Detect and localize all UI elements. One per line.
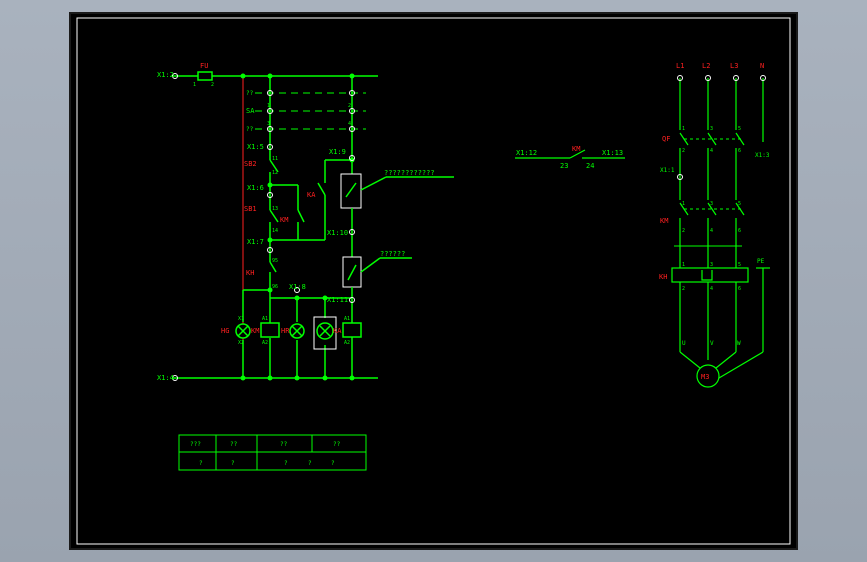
switch-pin1: 1	[267, 103, 270, 109]
hg-lamp-label: HG	[221, 327, 229, 335]
terminal-x1-11-label: X1:11	[327, 296, 348, 304]
terminal-x1-1-label: X1:1	[660, 167, 675, 174]
note-label-1: ????????????	[384, 169, 435, 177]
switch-row3-label: ??	[246, 126, 254, 133]
terminal-x1-8-label: X1:8	[289, 283, 306, 291]
cad-viewport[interactable]: X1:2 X1:4 FU 1 2 ?? SA ?? 2 1 3 4 X1:5 X…	[0, 0, 867, 562]
fuse-symbol	[197, 71, 213, 81]
drawing-sheet: X1:2 X1:4 FU 1 2 ?? SA ?? 2 1 3 4 X1:5 X…	[69, 12, 798, 550]
middle-pin-23: 23	[560, 162, 568, 170]
terminal-x1-4-label: X1:4	[157, 374, 174, 382]
coil-a1: A1	[262, 316, 268, 322]
phase-l3-label: L3	[730, 62, 738, 70]
km-main-label: KM	[660, 217, 668, 225]
motor-label: M3	[701, 373, 709, 381]
switch-pin3: 3	[267, 121, 270, 127]
kh-main-label: KH	[659, 273, 667, 281]
table-header-3: ??	[280, 441, 288, 448]
middle-km-label: KM	[572, 145, 580, 153]
km-pin4: 4	[710, 228, 713, 234]
qf-pin5: 5	[738, 126, 741, 132]
kh-pin4: 4	[710, 286, 713, 292]
middle-left-terminal: X1:12	[516, 149, 537, 157]
kh-contact-label: KH	[246, 269, 254, 277]
phase-l1-label: L1	[676, 62, 684, 70]
pin-12: 12	[272, 170, 278, 176]
pin-11: 11	[272, 156, 278, 162]
table-cell-1: ?	[199, 460, 203, 467]
qf-pin4: 4	[710, 148, 713, 154]
terminal-x1-9-label: X1:9	[329, 148, 346, 156]
kh-pin5: 5	[738, 262, 741, 268]
km-pin2: 2	[682, 228, 685, 234]
qf-pin2: 2	[682, 148, 685, 154]
km-pin5: 5	[738, 201, 741, 207]
qf-pin6: 6	[738, 148, 741, 154]
km-coil-label: KM	[251, 327, 259, 335]
output-v-label: V	[710, 340, 714, 347]
ka-coil-label: KA	[333, 327, 342, 335]
middle-right-terminal: X1:13	[602, 149, 623, 157]
terminal-x1-7-label: X1:7	[247, 238, 264, 246]
terminal-x1-2-label: X1:2	[157, 71, 174, 79]
km-pin3: 3	[710, 201, 713, 207]
terminal-x1-10-label: X1:10	[327, 229, 348, 237]
terminal-x1-3-label: X1:3	[755, 152, 770, 159]
switch-pin2: 2	[348, 103, 351, 109]
table-header-4: ??	[333, 441, 341, 448]
terminal-x1-6-label: X1:6	[247, 184, 264, 192]
pe-label: PE	[757, 258, 765, 265]
qf-label: QF	[662, 135, 670, 143]
qf-pin3: 3	[710, 126, 713, 132]
switch-row1-label: ??	[246, 90, 254, 97]
pin-13: 13	[272, 206, 278, 212]
pin-14: 14	[272, 228, 278, 234]
km-pin6: 6	[738, 228, 741, 234]
phase-l2-label: L2	[702, 62, 710, 70]
sb1-label: SB1	[244, 205, 257, 213]
output-w-label: W	[737, 340, 741, 347]
middle-pin-24: 24	[586, 162, 594, 170]
table-cell-4: ?	[308, 460, 312, 467]
table-cell-5: ?	[331, 460, 335, 467]
km-contact-label: KM	[280, 216, 288, 224]
table-header-2: ??	[230, 441, 238, 448]
kh-pin1: 1	[682, 262, 685, 268]
switch-pin4: 4	[348, 121, 351, 127]
lamp-x1: X1	[238, 316, 244, 322]
coil-a2: A2	[262, 340, 268, 346]
sb2-label: SB2	[244, 160, 257, 168]
selector-switch-label: SA	[246, 107, 255, 115]
table-header-1: ???	[190, 441, 201, 448]
pin-95: 95	[272, 258, 278, 264]
fuse-pin1: 1	[193, 82, 196, 88]
hr-lamp-label: HR	[281, 327, 290, 335]
ka-contact-label: KA	[307, 191, 316, 199]
kh-pin6: 6	[738, 286, 741, 292]
terminal-x1-5-label: X1:5	[247, 143, 264, 151]
table-cell-3: ?	[284, 460, 288, 467]
table-cell-2: ?	[231, 460, 235, 467]
pin-96: 96	[272, 284, 278, 290]
qf-pin1: 1	[682, 126, 685, 132]
output-u-label: U	[682, 340, 686, 347]
fuse-pin2: 2	[211, 82, 214, 88]
note-label-2: ??????	[380, 250, 405, 258]
coil-ka-a2: A2	[344, 340, 350, 346]
coil-ka-a1: A1	[344, 316, 350, 322]
lamp-x2: X2	[238, 340, 244, 346]
fuse-label: FU	[200, 62, 208, 70]
km-pin1: 1	[682, 201, 685, 207]
phase-n-label: N	[760, 62, 764, 70]
kh-pin2: 2	[682, 286, 685, 292]
kh-pin3: 3	[710, 262, 713, 268]
